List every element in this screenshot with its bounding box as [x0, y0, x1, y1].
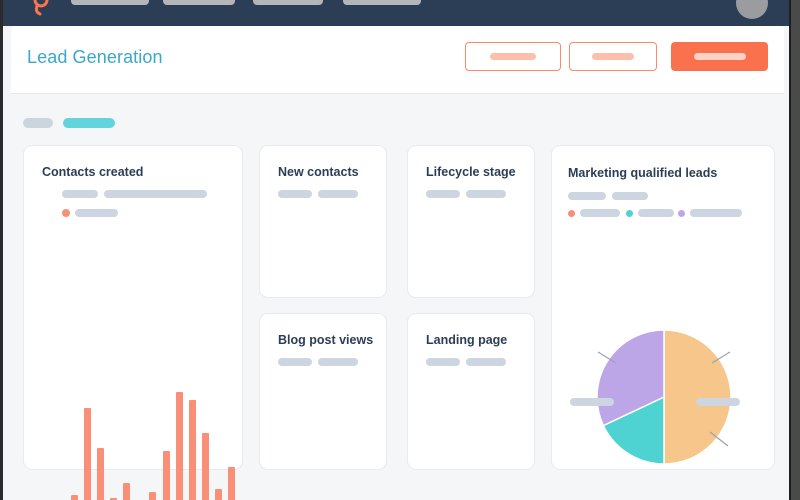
avatar[interactable]	[736, 0, 768, 19]
pie-slice-label-2	[696, 398, 740, 406]
subtitle-skeleton-2	[612, 192, 648, 200]
bar	[162, 451, 170, 500]
card-new-contacts: New contacts 425	[259, 145, 387, 412]
legend-label-skeleton	[690, 209, 742, 217]
bar-chart	[58, 381, 248, 500]
nav-item-1[interactable]	[71, 0, 149, 5]
bar	[97, 448, 105, 500]
secondary-action-1-button[interactable]	[465, 42, 561, 71]
legend-label-skeleton	[75, 209, 118, 217]
subtitle-skeleton-1	[278, 190, 312, 198]
bar	[84, 407, 92, 500]
primary-action-button[interactable]	[671, 42, 768, 71]
nav-item-3[interactable]	[253, 0, 323, 5]
bar	[149, 492, 157, 500]
button-label-skeleton	[693, 53, 746, 60]
search-logo-icon[interactable]	[30, 0, 52, 16]
subtitle-skeleton-2	[466, 358, 506, 366]
subtitle-skeleton-1	[62, 190, 98, 198]
legend-entry-1	[568, 209, 620, 217]
legend-dot-icon	[568, 209, 575, 217]
header-divider	[11, 93, 784, 94]
pie-chart	[552, 254, 776, 465]
subtitle-skeleton-2	[466, 190, 506, 198]
subtitle-skeleton-2	[318, 358, 358, 366]
tab-inactive[interactable]	[23, 118, 53, 128]
legend-dot-icon	[62, 209, 70, 217]
card-title: Blog post views	[278, 333, 374, 347]
subtitle-skeleton-1	[426, 190, 460, 198]
bar	[227, 467, 235, 500]
nav-item-2[interactable]	[163, 0, 235, 5]
bar	[188, 399, 196, 500]
subtitle-skeleton-1	[278, 358, 312, 366]
pie-slice-label-1	[570, 398, 614, 406]
tab-active[interactable]	[63, 118, 115, 128]
card-marketing-qualified-leads: Marketing qualified leads	[551, 145, 775, 470]
subtitle-skeleton-1	[568, 192, 606, 200]
card-title: Marketing qualified leads	[568, 166, 718, 180]
subtitle-skeleton-2	[104, 190, 207, 198]
button-label-skeleton	[490, 53, 536, 60]
legend-label-skeleton	[580, 209, 620, 217]
legend-entry-2	[626, 209, 674, 217]
top-navigation-bar	[3, 0, 789, 26]
window-frame-edge	[789, 0, 800, 500]
bar	[214, 489, 222, 500]
legend-dot-icon	[678, 209, 685, 217]
card-title: New contacts	[278, 165, 359, 179]
legend-dot-icon	[626, 209, 633, 217]
page-title: Lead Generation	[27, 47, 163, 67]
bar	[123, 482, 131, 500]
legend-label-skeleton	[638, 209, 674, 217]
legend-entry-3	[678, 209, 742, 217]
secondary-action-2-button[interactable]	[569, 42, 657, 71]
page-header: Lead Generation	[11, 26, 784, 93]
nav-item-4[interactable]	[343, 0, 421, 5]
card-blog-post-views: Blog post views 50 812	[259, 313, 387, 470]
card-contacts-created: Contacts created	[23, 145, 243, 500]
pie-slice	[663, 329, 732, 465]
bar	[201, 432, 209, 500]
bar	[71, 495, 79, 500]
tab-bar	[23, 118, 115, 128]
card-landing-page: Landing page 428 376	[407, 313, 535, 470]
subtitle-skeleton-1	[426, 358, 460, 366]
button-label-skeleton	[592, 53, 634, 60]
bar	[175, 391, 183, 500]
card-title: Contacts created	[42, 165, 144, 179]
card-lifecycle-stage: Lifecycle stage 69	[407, 145, 535, 413]
app-window: Lead Generation Contacts created New con…	[0, 0, 789, 500]
card-title: Lifecycle stage	[426, 165, 516, 179]
card-title: Landing page	[426, 333, 508, 347]
subtitle-skeleton-2	[318, 190, 358, 198]
